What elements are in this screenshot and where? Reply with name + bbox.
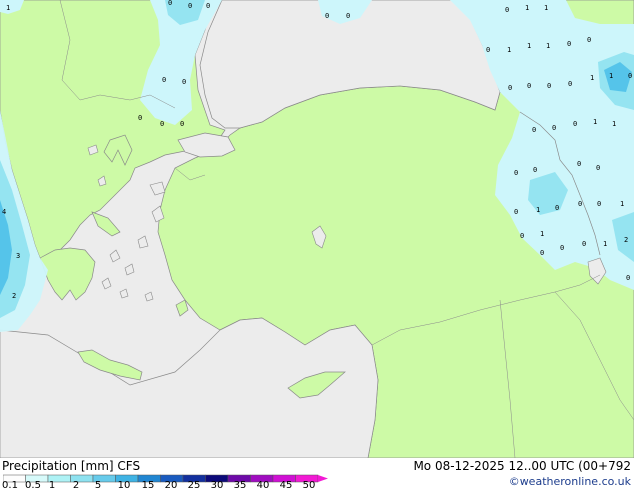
- grid-label: 0: [578, 200, 582, 208]
- grid-label: 0: [527, 82, 531, 90]
- grid-label: 3: [16, 252, 20, 260]
- grid-label: 0: [577, 160, 581, 168]
- grid-label: 1: [546, 42, 550, 50]
- grid-label: 0: [596, 164, 600, 172]
- scale-tick-label: 35: [233, 480, 247, 491]
- scale-tick-label: 0.1: [2, 480, 18, 491]
- grid-label: 0: [206, 2, 210, 10]
- grid-label: 1: [527, 42, 531, 50]
- grid-label: 0: [182, 78, 186, 86]
- grid-label: 2: [12, 292, 16, 300]
- grid-label: 0: [346, 12, 350, 20]
- grid-label: 0: [520, 232, 524, 240]
- forecast-datetime: Mo 08-12-2025 12..00 UTC (00+792: [413, 459, 631, 473]
- grid-label: 1: [620, 200, 624, 208]
- grid-label: 1: [603, 240, 607, 248]
- grid-label: 1: [590, 74, 594, 82]
- scale-tick-label: 5: [94, 480, 102, 491]
- scale-tick-label: 20: [164, 480, 178, 491]
- scale-overflow-arrow: [318, 475, 328, 482]
- scale-tick-label: 25: [187, 480, 201, 491]
- scale-tick-label: 50: [302, 480, 316, 491]
- weather-map-panel: 1 0 0 0 0 0 0 1 1 0 1 1 1 0 0 0 0 0 0 0 …: [0, 0, 634, 491]
- grid-label: 0: [597, 200, 601, 208]
- scale-tick-label: 40: [256, 480, 270, 491]
- grid-label: 1: [593, 118, 597, 126]
- credit-link[interactable]: ©weatheronline.co.uk: [509, 475, 631, 488]
- grid-label: 1: [525, 4, 529, 12]
- grid-label: 0: [325, 12, 329, 20]
- precipitation-map: 1 0 0 0 0 0 0 1 1 0 1 1 1 0 0 0 0 0 0 0 …: [0, 0, 634, 458]
- grid-label: 1: [6, 4, 10, 12]
- grid-label: 0: [540, 249, 544, 257]
- scale-tick-label: 1: [48, 480, 56, 491]
- grid-label: 1: [536, 206, 540, 214]
- grid-label: 0: [555, 204, 559, 212]
- grid-label: 0: [180, 120, 184, 128]
- grid-label: 0: [533, 166, 537, 174]
- grid-label: 0: [160, 120, 164, 128]
- grid-label: 0: [162, 76, 166, 84]
- grid-label: 0: [582, 240, 586, 248]
- scale-tick-label: 10: [117, 480, 131, 491]
- grid-label: 0: [560, 244, 564, 252]
- grid-label: 0: [547, 82, 551, 90]
- grid-label: 4: [2, 208, 6, 216]
- grid-label: 0: [188, 2, 192, 10]
- grid-label: 0: [568, 80, 572, 88]
- grid-label: 0: [567, 40, 571, 48]
- grid-label: 1: [612, 120, 616, 128]
- grid-label: 1: [540, 230, 544, 238]
- grid-label: 0: [514, 208, 518, 216]
- grid-label: 0: [552, 124, 556, 132]
- grid-label: 2: [624, 236, 628, 244]
- scale-tick-label: 30: [210, 480, 224, 491]
- grid-label: 0: [628, 72, 632, 80]
- grid-label: 0: [626, 274, 630, 282]
- grid-label: 0: [486, 46, 490, 54]
- grid-label: 1: [544, 4, 548, 12]
- grid-label: 0: [514, 169, 518, 177]
- grid-label: 0: [532, 126, 536, 134]
- grid-label: 1: [507, 46, 511, 54]
- scale-tick-label: 45: [279, 480, 293, 491]
- grid-label: 1: [609, 72, 613, 80]
- grid-label: 0: [587, 36, 591, 44]
- grid-label: 0: [573, 120, 577, 128]
- grid-label: 0: [138, 114, 142, 122]
- grid-label: 0: [168, 0, 172, 7]
- scale-tick-label: 2: [72, 480, 80, 491]
- grid-label: 0: [505, 6, 509, 14]
- map-title: Precipitation [mm] CFS: [2, 459, 141, 473]
- scale-tick-label: 0.5: [25, 480, 41, 491]
- scale-tick-label: 15: [141, 480, 155, 491]
- grid-label: 0: [508, 84, 512, 92]
